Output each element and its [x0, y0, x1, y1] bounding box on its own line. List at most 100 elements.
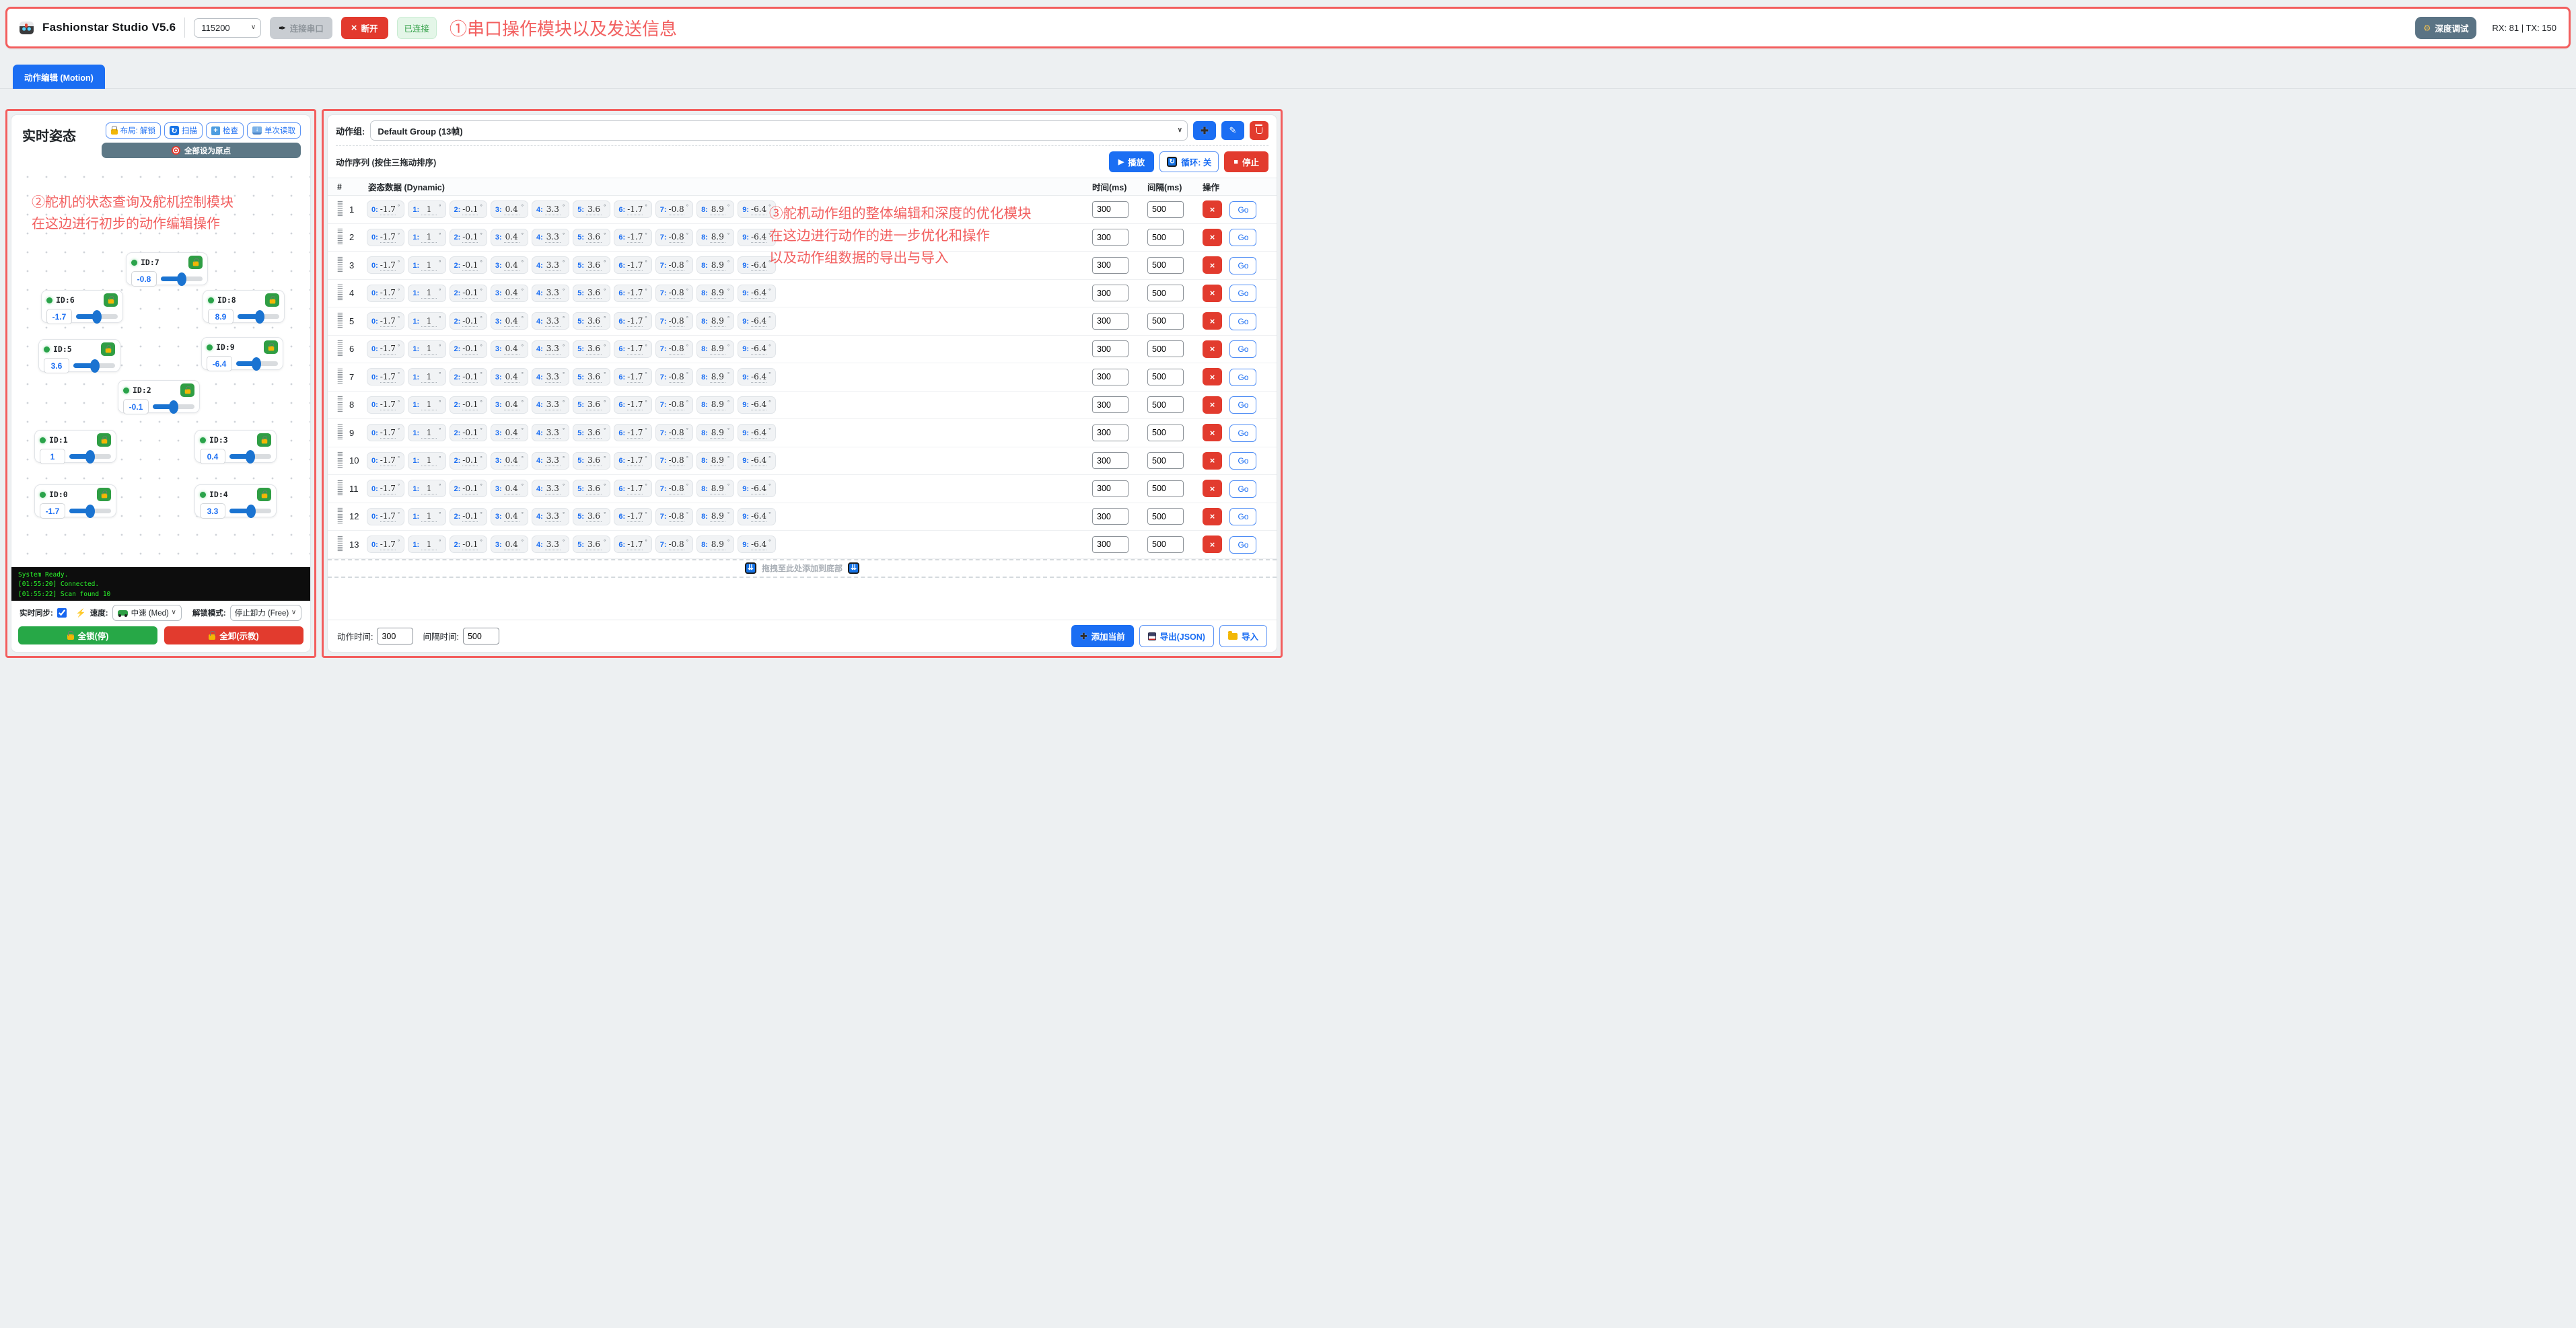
- realtime-sync-checkbox[interactable]: [57, 608, 67, 618]
- pose-badge[interactable]: 6:-1.7°: [614, 396, 651, 414]
- pose-badge[interactable]: 5:3.6°: [573, 452, 610, 470]
- drag-handle-icon[interactable]: ≡≡≡: [337, 452, 349, 469]
- interval-time-input[interactable]: [463, 628, 499, 644]
- drag-handle-icon[interactable]: ≡≡≡: [337, 229, 349, 246]
- pose-badge[interactable]: 2:-0.1°: [450, 340, 487, 358]
- pose-badge[interactable]: 2:-0.1°: [450, 452, 487, 470]
- pose-badge[interactable]: 8:8.9°: [696, 396, 734, 414]
- servo-card[interactable]: ID:0 -1.7: [34, 484, 116, 517]
- frame-time-input[interactable]: [1092, 452, 1129, 469]
- pose-badge[interactable]: 9:-6.4°: [738, 424, 775, 441]
- servo-card[interactable]: ID:2 -0.1: [118, 380, 200, 413]
- servo-angle-slider[interactable]: [229, 454, 271, 459]
- servo-angle-slider[interactable]: [153, 404, 194, 409]
- pose-badge[interactable]: 0:-1.7°: [367, 508, 404, 525]
- pose-badge[interactable]: 2:-0.1°: [450, 424, 487, 441]
- pose-badge[interactable]: 2:-0.1°: [450, 480, 487, 497]
- pose-badge[interactable]: 5:3.6°: [573, 340, 610, 358]
- delete-frame-button[interactable]: ×: [1203, 256, 1222, 274]
- pose-badge[interactable]: 1:1°: [408, 285, 445, 302]
- frame-time-input[interactable]: [1092, 508, 1129, 525]
- servo-card[interactable]: ID:1 1: [34, 430, 116, 463]
- stop-button[interactable]: ■ 停止: [1224, 151, 1268, 172]
- pose-badge[interactable]: 5:3.6°: [573, 285, 610, 302]
- pose-badge[interactable]: 8:8.9°: [696, 536, 734, 553]
- frame-time-input[interactable]: [1092, 313, 1129, 330]
- pose-badge[interactable]: 3:0.4°: [491, 508, 528, 525]
- pose-badge[interactable]: 9:-6.4°: [738, 396, 775, 414]
- pose-badge[interactable]: 4:3.3°: [532, 508, 569, 525]
- play-button[interactable]: ▶ 播放: [1109, 151, 1154, 172]
- delete-group-button[interactable]: [1250, 121, 1268, 140]
- delete-frame-button[interactable]: ×: [1203, 508, 1222, 525]
- go-frame-button[interactable]: Go: [1229, 369, 1256, 386]
- servo-lock-button[interactable]: [104, 293, 118, 307]
- edit-group-button[interactable]: ✎: [1221, 121, 1244, 140]
- servo-card[interactable]: ID:7 -0.8: [126, 252, 208, 285]
- pose-badge[interactable]: 7:-0.8°: [655, 200, 693, 218]
- pose-badge[interactable]: 8:8.9°: [696, 368, 734, 385]
- pose-badge[interactable]: 5:3.6°: [573, 396, 610, 414]
- go-frame-button[interactable]: Go: [1229, 340, 1256, 358]
- pose-badge[interactable]: 7:-0.8°: [655, 256, 693, 274]
- servo-angle-slider[interactable]: [229, 509, 271, 513]
- go-frame-button[interactable]: Go: [1229, 480, 1256, 498]
- pose-badge[interactable]: 7:-0.8°: [655, 340, 693, 358]
- pose-badge[interactable]: 0:-1.7°: [367, 340, 404, 358]
- pose-badge[interactable]: 1:1°: [408, 536, 445, 553]
- servo-lock-button[interactable]: [97, 488, 111, 501]
- disconnect-button[interactable]: × 断开: [341, 17, 388, 39]
- servo-lock-button[interactable]: [97, 433, 111, 447]
- pose-badge[interactable]: 6:-1.7°: [614, 424, 651, 441]
- servo-angle-slider[interactable]: [69, 454, 111, 459]
- pose-badge[interactable]: 7:-0.8°: [655, 452, 693, 470]
- pose-badge[interactable]: 7:-0.8°: [655, 396, 693, 414]
- pose-badge[interactable]: 7:-0.8°: [655, 368, 693, 385]
- pose-badge[interactable]: 2:-0.1°: [450, 200, 487, 218]
- pose-badge[interactable]: 6:-1.7°: [614, 229, 651, 246]
- pose-badge[interactable]: 3:0.4°: [491, 200, 528, 218]
- pose-badge[interactable]: 7:-0.8°: [655, 424, 693, 441]
- pose-badge[interactable]: 0:-1.7°: [367, 256, 404, 274]
- frame-time-input[interactable]: [1092, 285, 1129, 301]
- pose-badge[interactable]: 1:1°: [408, 368, 445, 385]
- frame-interval-input[interactable]: [1147, 536, 1184, 553]
- pose-badge[interactable]: 0:-1.7°: [367, 368, 404, 385]
- toolbar-layout-lock-button[interactable]: 布局: 解锁: [106, 122, 161, 139]
- servo-lock-button[interactable]: [257, 433, 271, 447]
- slider-thumb[interactable]: [177, 272, 186, 286]
- frame-interval-input[interactable]: [1147, 396, 1184, 413]
- pose-badge[interactable]: 7:-0.8°: [655, 312, 693, 330]
- pose-badge[interactable]: 9:-6.4°: [738, 229, 775, 246]
- pose-badge[interactable]: 0:-1.7°: [367, 312, 404, 330]
- pose-badge[interactable]: 6:-1.7°: [614, 312, 651, 330]
- pose-badge[interactable]: 3:0.4°: [491, 536, 528, 553]
- pose-badge[interactable]: 6:-1.7°: [614, 480, 651, 497]
- go-frame-button[interactable]: Go: [1229, 257, 1256, 274]
- pose-badge[interactable]: 2:-0.1°: [450, 508, 487, 525]
- go-frame-button[interactable]: Go: [1229, 508, 1256, 525]
- delete-frame-button[interactable]: ×: [1203, 424, 1222, 441]
- pose-badge[interactable]: 8:8.9°: [696, 452, 734, 470]
- frame-time-input[interactable]: [1092, 369, 1129, 385]
- drag-handle-icon[interactable]: ≡≡≡: [337, 369, 349, 385]
- frame-interval-input[interactable]: [1147, 369, 1184, 385]
- drag-drop-zone[interactable]: ⇊ 拖拽至此处添加到底部 ⇊: [328, 559, 1277, 578]
- pose-badge[interactable]: 6:-1.7°: [614, 200, 651, 218]
- pose-badge[interactable]: 1:1°: [408, 229, 445, 246]
- action-time-input[interactable]: [377, 628, 413, 644]
- drag-handle-icon[interactable]: ≡≡≡: [337, 340, 349, 357]
- pose-badge[interactable]: 9:-6.4°: [738, 340, 775, 358]
- go-frame-button[interactable]: Go: [1229, 229, 1256, 246]
- pose-badge[interactable]: 6:-1.7°: [614, 368, 651, 385]
- pose-badge[interactable]: 7:-0.8°: [655, 480, 693, 497]
- pose-badge[interactable]: 4:3.3°: [532, 229, 569, 246]
- pose-badge[interactable]: 5:3.6°: [573, 229, 610, 246]
- pose-badge[interactable]: 5:3.6°: [573, 508, 610, 525]
- frame-interval-input[interactable]: [1147, 229, 1184, 246]
- pose-badge[interactable]: 5:3.6°: [573, 312, 610, 330]
- pose-badge[interactable]: 8:8.9°: [696, 424, 734, 441]
- pose-badge[interactable]: 4:3.3°: [532, 536, 569, 553]
- pose-badge[interactable]: 1:1°: [408, 396, 445, 414]
- pose-badge[interactable]: 3:0.4°: [491, 452, 528, 470]
